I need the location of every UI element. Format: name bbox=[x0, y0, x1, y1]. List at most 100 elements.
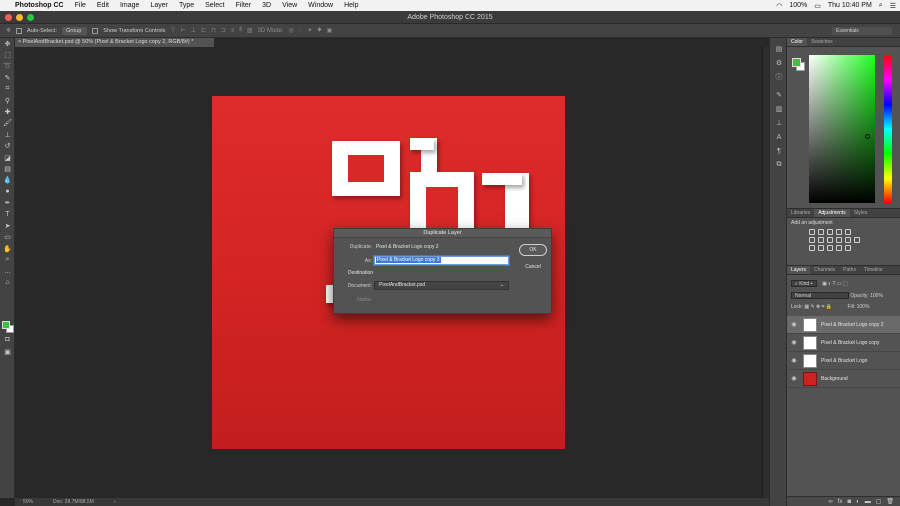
layer-row[interactable]: ◉ Pixel & Bracket Logo bbox=[787, 352, 900, 370]
zoom-tool-icon[interactable]: ⌕ bbox=[0, 254, 15, 265]
distribute-horizontal-icon[interactable]: ⫴ bbox=[239, 27, 242, 34]
history-brush-icon[interactable]: ↺ bbox=[0, 141, 15, 152]
link-layers-icon[interactable]: ∞ bbox=[829, 499, 833, 505]
crop-tool-icon[interactable]: ⌗ bbox=[0, 84, 15, 95]
lock-icons[interactable]: ▦ ✎ ✥ ⌗ 🔒 bbox=[804, 304, 832, 310]
photo-filter-icon[interactable] bbox=[836, 237, 842, 243]
brush-presets-icon[interactable]: ▥ bbox=[770, 102, 788, 116]
new-group-icon[interactable]: ▬ bbox=[865, 499, 871, 505]
battery-icon[interactable]: ▭ bbox=[814, 2, 821, 10]
eyedropper-tool-icon[interactable]: ⚲ bbox=[0, 95, 15, 106]
layer-name[interactable]: Pixel & Bracket Logo bbox=[821, 358, 867, 364]
quick-select-tool-icon[interactable]: ✎ bbox=[0, 72, 15, 83]
close-window-button[interactable] bbox=[5, 14, 12, 21]
black-white-icon[interactable] bbox=[827, 237, 833, 243]
delete-layer-icon[interactable]: 🗑 bbox=[886, 498, 894, 505]
path-select-icon[interactable]: ➤ bbox=[0, 220, 15, 231]
tab-timeline[interactable]: Timeline bbox=[860, 266, 887, 274]
screen-mode-icon[interactable]: ▣ bbox=[0, 346, 15, 357]
document-size[interactable]: Doc: 28.7M/88.5M bbox=[53, 498, 94, 506]
tab-styles[interactable]: Styles bbox=[850, 209, 872, 217]
status-arrow-icon[interactable]: › bbox=[114, 498, 116, 506]
wifi-icon[interactable]: ◠ bbox=[776, 2, 782, 10]
invert-icon[interactable] bbox=[809, 245, 815, 251]
drag-3d-icon[interactable]: ✦ bbox=[307, 27, 312, 34]
selective-color-icon[interactable] bbox=[836, 245, 842, 251]
tab-paths[interactable]: Paths bbox=[839, 266, 860, 274]
curves-icon[interactable] bbox=[827, 229, 833, 235]
properties-panel-icon[interactable]: ⚙ bbox=[770, 56, 788, 70]
as-input[interactable]: Pixel & Bracket Logo copy 3 bbox=[374, 256, 509, 265]
align-bottom-icon[interactable]: ⊥ bbox=[191, 27, 196, 34]
type-tool-icon[interactable]: T bbox=[0, 209, 15, 220]
color-picker-field[interactable] bbox=[809, 55, 875, 203]
layer-style-icon[interactable]: fx bbox=[838, 499, 843, 505]
clone-stamp-icon[interactable]: ⊥ bbox=[0, 129, 15, 140]
gradient-map-icon[interactable] bbox=[845, 245, 851, 251]
workspace-switcher[interactable]: Essentials bbox=[832, 27, 892, 35]
zoom-level[interactable]: 50% bbox=[23, 498, 33, 506]
vibrance-icon[interactable] bbox=[845, 229, 851, 235]
move-tool-icon[interactable]: ✥ bbox=[0, 38, 15, 49]
history-panel-icon[interactable]: ▤ bbox=[770, 42, 788, 56]
hue-saturation-icon[interactable] bbox=[809, 237, 815, 243]
blend-mode-dropdown[interactable]: Normal bbox=[791, 292, 849, 299]
kind-filter-dropdown[interactable]: ⌕ Kind ▾ bbox=[791, 280, 817, 287]
menu-window[interactable]: Window bbox=[308, 2, 333, 9]
align-center-icon[interactable]: ⊓ bbox=[211, 27, 216, 34]
more-tools-icon[interactable]: … bbox=[0, 266, 15, 277]
move-tool-icon[interactable]: ✥ bbox=[6, 27, 11, 34]
menu-filter[interactable]: Filter bbox=[236, 2, 252, 9]
info-panel-icon[interactable]: ⓘ bbox=[770, 70, 788, 84]
menu-image[interactable]: Image bbox=[120, 2, 139, 9]
align-right-icon[interactable]: ⊐ bbox=[221, 27, 226, 34]
new-adjustment-icon[interactable]: ◐ bbox=[856, 499, 860, 505]
channel-mixer-icon[interactable] bbox=[845, 237, 851, 243]
color-picker-cursor[interactable] bbox=[865, 134, 870, 139]
scale-3d-icon[interactable]: ▣ bbox=[327, 27, 333, 34]
visibility-eye-icon[interactable]: ◉ bbox=[787, 321, 801, 328]
hue-slider[interactable] bbox=[884, 55, 892, 203]
dodge-tool-icon[interactable]: ● bbox=[0, 186, 15, 197]
rectangle-tool-icon[interactable]: ▭ bbox=[0, 232, 15, 243]
glyphs-panel-icon[interactable]: ⧉ bbox=[770, 158, 788, 172]
search-icon[interactable]: ⌕ bbox=[879, 2, 883, 10]
auto-select-dropdown[interactable]: Group bbox=[62, 26, 88, 35]
distribute-icon[interactable]: ≡ bbox=[231, 28, 235, 34]
menu-layer[interactable]: Layer bbox=[150, 2, 168, 9]
tab-adjustments[interactable]: Adjustments bbox=[814, 209, 850, 217]
posterize-icon[interactable] bbox=[818, 245, 824, 251]
levels-icon[interactable] bbox=[818, 229, 824, 235]
layer-row[interactable]: ◉ Pixel & Bracket Logo copy 2 bbox=[787, 316, 900, 334]
fill-value[interactable]: 100% bbox=[857, 304, 870, 310]
layer-name[interactable]: Pixel & Bracket Logo copy 2 bbox=[821, 322, 884, 328]
document-tab[interactable]: × PixelAndBracket.psd @ 50% (Pixel & Bra… bbox=[15, 38, 215, 47]
filter-icons[interactable]: ▣ ◐ T ▭ ⬚ bbox=[822, 281, 848, 287]
exposure-icon[interactable] bbox=[836, 229, 842, 235]
canvas-vertical-scrollbar[interactable] bbox=[762, 47, 769, 498]
paragraph-panel-icon[interactable]: ¶ bbox=[770, 144, 788, 158]
edit-toolbar-icon[interactable]: ⌂ bbox=[0, 277, 15, 288]
tab-color[interactable]: Color bbox=[787, 38, 807, 46]
menu-view[interactable]: View bbox=[282, 2, 297, 9]
healing-brush-icon[interactable]: ✚ bbox=[0, 106, 15, 117]
layer-row[interactable]: ◉ Background bbox=[787, 370, 900, 388]
auto-select-checkbox[interactable] bbox=[16, 27, 23, 34]
character-panel-icon[interactable]: A bbox=[770, 130, 788, 144]
menu-3d[interactable]: 3D bbox=[262, 2, 271, 9]
tab-channels[interactable]: Channels bbox=[810, 266, 839, 274]
foreground-color-swatch[interactable] bbox=[2, 321, 10, 329]
align-middle-icon[interactable]: ⊢ bbox=[181, 27, 186, 34]
menu-help[interactable]: Help bbox=[344, 2, 358, 9]
hand-tool-icon[interactable]: ✋ bbox=[0, 243, 15, 254]
visibility-eye-icon[interactable]: ◉ bbox=[787, 357, 801, 364]
color-panel-foreground[interactable] bbox=[792, 58, 801, 67]
gradient-tool-icon[interactable]: ▤ bbox=[0, 163, 15, 174]
menu-edit[interactable]: Edit bbox=[97, 2, 109, 9]
marquee-tool-icon[interactable]: ⬚ bbox=[0, 49, 15, 60]
opacity-value[interactable]: 100% bbox=[870, 293, 883, 299]
ok-button[interactable]: OK bbox=[519, 244, 547, 256]
orbit-3d-icon[interactable]: ◎ bbox=[289, 27, 294, 34]
menu-file[interactable]: File bbox=[75, 2, 86, 9]
eraser-tool-icon[interactable]: ◪ bbox=[0, 152, 15, 163]
